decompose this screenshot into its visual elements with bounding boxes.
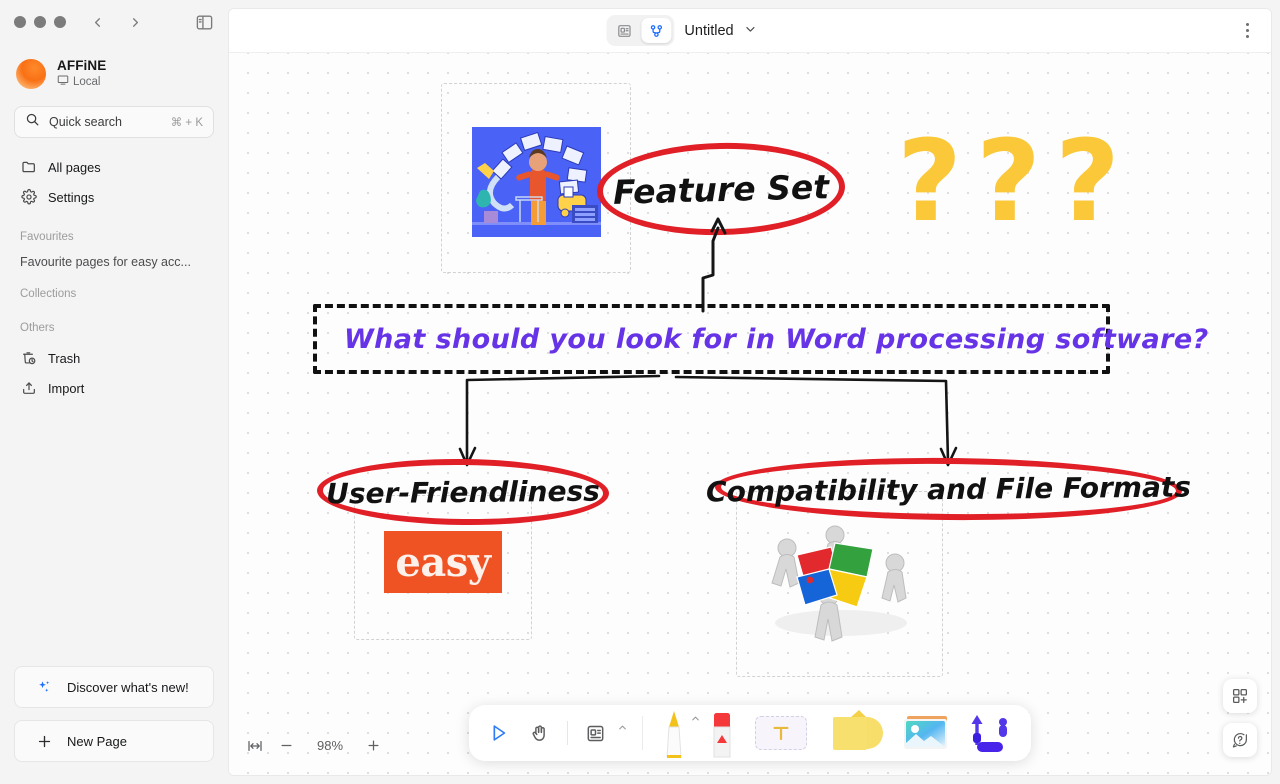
section-header-collections: Collections [20, 288, 77, 300]
window-chrome [0, 0, 228, 44]
sidebar-item-label: Import [48, 380, 85, 396]
edgeless-canvas[interactable]: ? ? ? Feature Set What should you look f… [229, 53, 1271, 775]
easy-badge-text: easy [395, 538, 491, 586]
easy-badge-image[interactable]: easy [384, 531, 502, 593]
maximize-button[interactable] [54, 16, 66, 28]
primary-nav: All pages Settings [0, 152, 228, 212]
sparkles-icon [35, 679, 53, 696]
sidebar-footer: Discover what's new! New Page [0, 666, 228, 784]
document-title[interactable]: Untitled [684, 22, 757, 40]
section-header-favourites: Favourites [20, 231, 74, 243]
monitor-icon [57, 74, 69, 89]
sidebar-item-all-pages[interactable]: All pages [14, 152, 214, 182]
discover-button-label: Discover what's new! [67, 679, 189, 695]
template-button[interactable] [1223, 679, 1257, 713]
editor-topbar: Untitled [229, 9, 1271, 53]
note-tool[interactable] [580, 718, 610, 748]
select-tool[interactable] [483, 718, 513, 748]
sidebar: AFFiNE Local Quick search ⌘ + K All page… [0, 0, 228, 784]
sidebar-item-label: All pages [48, 159, 101, 175]
question-box[interactable]: What should you look for in Word process… [313, 304, 1208, 374]
note-tool-caret-icon[interactable] [617, 722, 628, 736]
hand-tool[interactable] [525, 718, 555, 748]
question-mark-glyph: ? [1054, 117, 1120, 247]
sync-status-label: Local [73, 75, 101, 88]
folder-icon [20, 159, 37, 176]
sidebar-item-label: Trash [48, 350, 81, 366]
section-header-others: Others [20, 322, 55, 334]
mode-switcher[interactable] [606, 15, 675, 46]
workspace-name: AFFiNE [57, 58, 107, 73]
back-icon[interactable] [88, 13, 106, 31]
compatibility-label: Compatibility and File Formats [705, 469, 1192, 509]
search-placeholder: Quick search [49, 115, 122, 129]
doc-illustration-image[interactable] [472, 127, 601, 237]
sidebar-toggle-icon[interactable] [195, 13, 214, 32]
favourites-empty-text: Favourite pages for easy acc... [20, 255, 191, 269]
help-button[interactable] [1223, 723, 1257, 757]
editor-surface: Untitled ? ? ? Feature Set What should y… [228, 8, 1272, 776]
sidebar-item-trash[interactable]: Trash [14, 343, 214, 373]
right-tool-stack [1223, 679, 1257, 757]
mode-switch-group: Untitled [606, 15, 757, 46]
text-tool[interactable] [755, 705, 811, 761]
editor-container: Untitled ? ? ? Feature Set What should y… [228, 0, 1280, 784]
toolbar-dock[interactable] [469, 705, 1031, 761]
workspace-selector[interactable]: AFFiNE Local [0, 52, 228, 89]
page-mode-button[interactable] [609, 18, 639, 43]
pen-tool-caret-icon[interactable] [690, 713, 701, 727]
question-marks-image[interactable]: ? ? ? [897, 117, 1120, 247]
sidebar-item-import[interactable]: Import [14, 373, 214, 403]
history-nav [88, 13, 144, 31]
chevron-down-icon[interactable] [744, 22, 758, 40]
others-list: Trash Import [0, 343, 228, 403]
document-title-label: Untitled [684, 22, 734, 39]
edgeless-mode-button[interactable] [641, 18, 672, 43]
user-friendliness-label: User-Friendliness [325, 474, 601, 510]
pen-tool[interactable] [657, 705, 699, 761]
question-mark-glyph: ? [975, 117, 1041, 247]
zoom-controls: 98% [247, 738, 381, 753]
import-icon [20, 380, 37, 397]
eraser-tool[interactable] [705, 705, 739, 761]
search-icon [25, 112, 40, 132]
zoom-in-button[interactable] [366, 738, 381, 753]
zoom-out-button[interactable] [279, 738, 294, 753]
forward-icon[interactable] [126, 13, 144, 31]
feature-set-label: Feature Set [612, 166, 830, 212]
workspace-sync-status: Local [57, 74, 106, 89]
app-window: AFFiNE Local Quick search ⌘ + K All page… [0, 0, 1280, 784]
shape-tool[interactable] [825, 705, 887, 761]
dock-divider [642, 716, 643, 750]
search-shortcut: ⌘ + K [170, 117, 203, 129]
new-page-button[interactable]: New Page [14, 720, 214, 762]
zoom-level-label[interactable]: 98% [310, 738, 350, 753]
search-input[interactable]: Quick search ⌘ + K [14, 106, 214, 138]
question-mark-glyph: ? [897, 117, 962, 247]
plus-icon [35, 733, 53, 750]
minimize-button[interactable] [34, 16, 46, 28]
sidebar-item-label: Settings [48, 189, 95, 205]
sidebar-item-settings[interactable]: Settings [14, 182, 214, 212]
discover-whats-new-button[interactable]: Discover what's new! [14, 666, 214, 708]
trash-icon [20, 350, 37, 367]
new-page-button-label: New Page [67, 733, 127, 749]
gear-icon [20, 189, 37, 206]
traffic-lights[interactable] [14, 16, 66, 28]
image-tool[interactable] [899, 705, 955, 761]
workspace-avatar [16, 58, 46, 89]
close-button[interactable] [14, 16, 26, 28]
dock-nav-tools [483, 718, 555, 748]
more-vertical-icon[interactable] [1240, 17, 1255, 45]
dock-separator [567, 721, 568, 745]
question-box-text: What should you look for in Word process… [344, 323, 1209, 355]
fit-to-screen-button[interactable] [247, 739, 263, 753]
connector-tool[interactable] [965, 705, 1017, 761]
puzzle-team-image[interactable] [763, 523, 919, 648]
